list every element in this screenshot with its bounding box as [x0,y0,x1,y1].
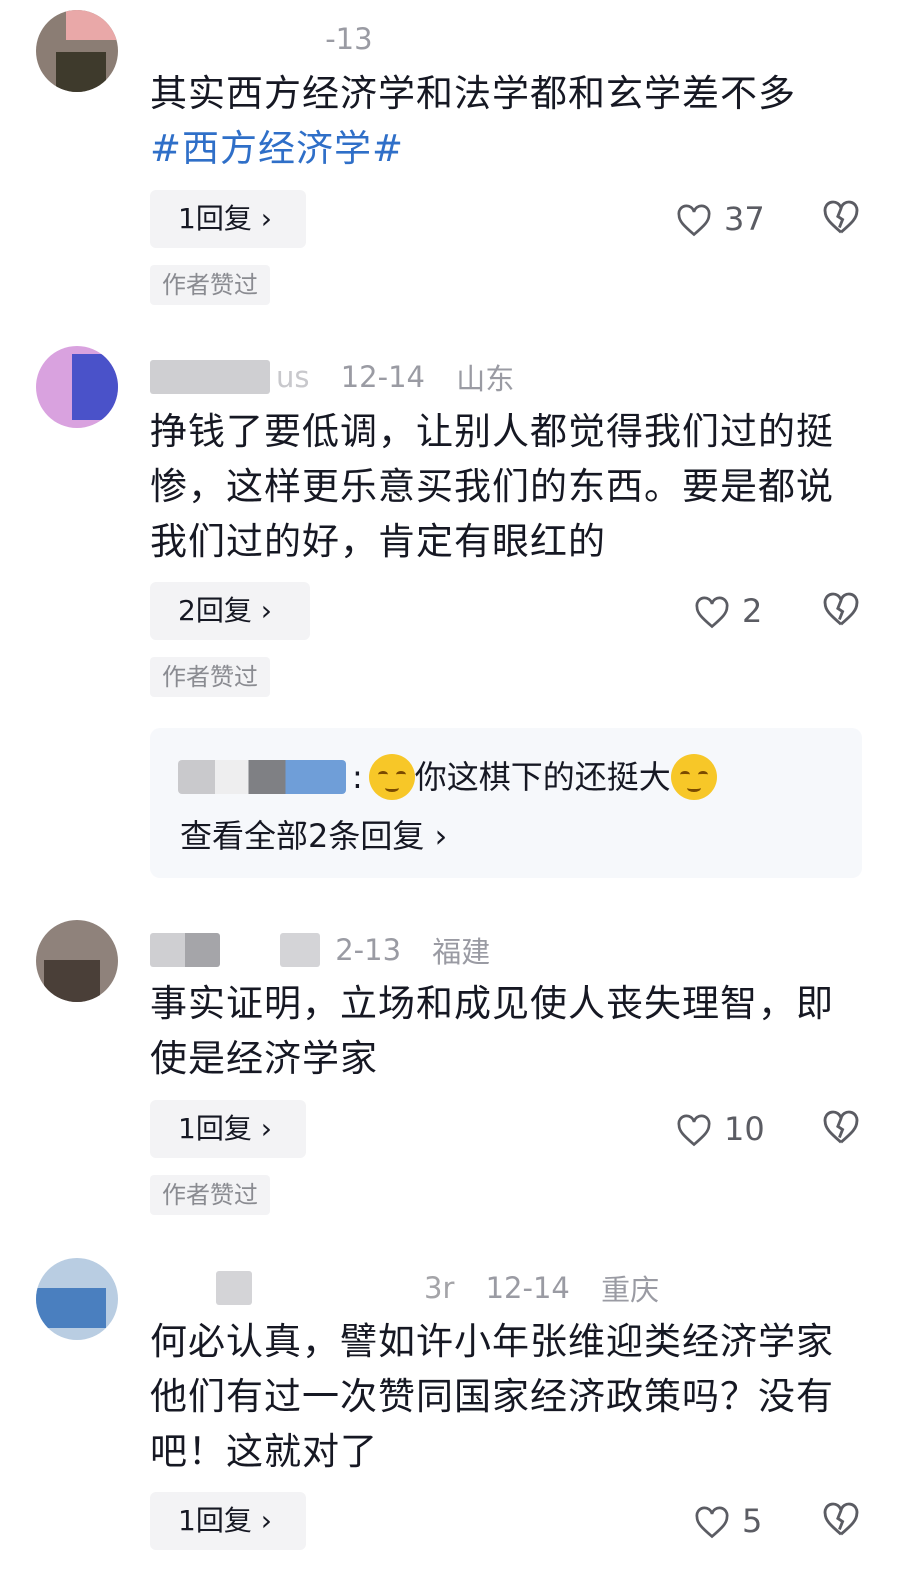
sub-reply-box: : 你这棋下的还挺大 查看全部2条回复 › [150,728,862,878]
broken-heart-icon [823,1110,859,1144]
avatar[interactable] [36,10,118,92]
comment-meta: 2-13 福建 [150,929,512,969]
hashtag-link[interactable]: #西方经济学# [150,127,404,170]
dislike-button[interactable] [822,592,860,630]
comment-meta: -13 [150,20,395,60]
heart-outline-icon [695,1506,729,1539]
author-liked-badge: 作者赞过 [150,657,270,697]
avatar[interactable] [36,346,118,428]
username-tail: 3r [424,1271,455,1305]
avatar[interactable] [36,920,118,1002]
username-tail: us [276,360,310,394]
author-liked-badge: 作者赞过 [150,1175,270,1215]
username-blurred[interactable] [150,22,310,56]
sub-reply-separator: : [352,758,363,796]
relieved-face-emoji [368,754,415,800]
replies-button[interactable]: 1回复 › [150,190,306,248]
heart-outline-icon [695,596,729,629]
comment-text: 其实西方经济学和法学都和玄学差不多 #西方经济学# [150,66,870,176]
username-blurred [216,1271,252,1305]
username-blurred [258,1271,418,1305]
comment-text: 何必认真，譬如许小年张维迎类经济学家他们有过一次赞同国家经济政策吗？没有吧！这就… [150,1320,834,1473]
heart-outline-icon [677,1114,711,1147]
dislike-button[interactable] [822,200,860,238]
comment-date: 2-13 [335,933,402,967]
comment-location: 重庆 [601,1273,660,1307]
relieved-face-emoji [670,754,717,800]
like-count: 2 [742,592,763,630]
comment-date: 12-14 [340,360,425,394]
comment-meta: 3r 12-14 重庆 [150,1267,681,1307]
like-count: 5 [742,1502,763,1540]
comment-text: 挣钱了要低调，让别人都觉得我们过的挺惨，这样更乐意买我们的东西。要是都说我们过的… [150,410,834,563]
comment-body: 其实西方经济学和法学都和玄学差不多 [150,72,796,115]
comment-meta: us 12-14 山东 [150,356,536,396]
view-all-replies-link[interactable]: 查看全部2条回复 › [180,812,447,860]
author-liked-badge: 作者赞过 [150,265,270,305]
like-button[interactable]: 2 [694,586,762,636]
comment-text: 事实证明，立场和成见使人丧失理智，即使是经济学家 [150,982,834,1080]
dislike-button[interactable] [822,1502,860,1540]
username-blurred[interactable] [150,933,220,967]
sub-reply-username-blurred[interactable] [178,760,346,794]
heart-outline-icon [677,204,711,237]
broken-heart-icon [823,200,859,234]
username-blurred[interactable] [150,360,270,394]
sub-reply-line: : 你这棋下的还挺大 [178,750,717,800]
comment-date: -13 [325,22,373,56]
like-button[interactable]: 37 [676,194,765,244]
username-blurred [226,933,274,967]
sub-reply-text: 你这棋下的还挺大 [414,758,671,796]
like-button[interactable]: 10 [676,1104,765,1154]
replies-button[interactable]: 2回复 › [150,582,310,640]
comment-date: 12-14 [485,1271,570,1305]
replies-button[interactable]: 1回复 › [150,1492,306,1550]
username-blurred[interactable] [150,1271,210,1305]
comment-location: 山东 [456,362,515,396]
replies-button[interactable]: 1回复 › [150,1100,306,1158]
broken-heart-icon [823,1502,859,1536]
broken-heart-icon [823,592,859,626]
avatar[interactable] [36,1258,118,1340]
like-count: 10 [724,1110,765,1148]
like-count: 37 [724,200,765,238]
comment-location: 福建 [432,935,491,969]
username-blurred [280,933,320,967]
dislike-button[interactable] [822,1110,860,1148]
like-button[interactable]: 5 [694,1496,762,1546]
